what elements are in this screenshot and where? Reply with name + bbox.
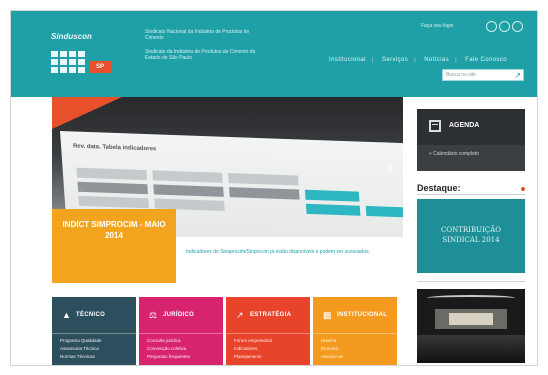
tile-link[interactable]: Perguntas frequentes — [147, 353, 219, 361]
tile-header: ▩ INSTITUCIONAL — [313, 297, 397, 333]
tile-link[interactable]: Normas Técnicas — [60, 353, 132, 361]
table-cell — [78, 195, 149, 209]
banner-text: CONTRIBUIÇÃO SINDICAL 2014 — [441, 226, 501, 244]
agenda-full-link[interactable]: » Calendário completo — [429, 151, 479, 157]
destaque-heading: Destaque: — [417, 183, 461, 193]
tile-link[interactable]: Indicadores — [234, 345, 306, 353]
agenda-title: AGENDA — [449, 122, 480, 129]
main-nav: Institucional | Serviços | Notícias | Fale … — [329, 57, 513, 63]
nav-item-institucional[interactable]: Institucional — [329, 57, 366, 63]
tile-link[interactable]: Convenção coletiva — [147, 345, 219, 353]
auditorium-ceiling — [427, 295, 515, 301]
divider — [139, 333, 223, 334]
table-cell — [77, 181, 148, 195]
nav-separator: | — [371, 57, 374, 63]
tile-link[interactable]: Consulta jurídica — [147, 337, 219, 345]
hero-slider: Rev. data. Tabela indicadores › INDICT S… — [52, 97, 403, 283]
contribuicao-banner[interactable]: CONTRIBUIÇÃO SINDICAL 2014 — [417, 199, 525, 273]
divider — [226, 333, 310, 334]
right-sidebar: AGENDA » Calendário completo Destaque: C… — [410, 97, 532, 365]
tile-link[interactable]: Planejamento — [234, 353, 306, 361]
category-tiles: ▲ TÉCNICO Programa Qualidade Assessoria … — [52, 297, 403, 365]
nav-separator: | — [414, 57, 417, 63]
hero-caption[interactable]: Indicadores do Sinaprocim/Sinprocim já e… — [186, 249, 396, 256]
facebook-icon[interactable] — [486, 21, 497, 32]
logo-badge: SP — [89, 61, 111, 73]
table-cell — [153, 184, 224, 197]
tile-institucional[interactable]: ▩ INSTITUCIONAL História Diretoria Assoc… — [313, 297, 397, 365]
tile-links: Fórum empresarial Indicadores Planejamen… — [234, 337, 306, 361]
divider — [417, 281, 525, 282]
agenda-widget: AGENDA » Calendário completo — [417, 109, 525, 171]
login-link[interactable]: Faça seu login — [421, 23, 454, 29]
tile-header: ⚖ JURÍDICO — [139, 297, 223, 333]
tile-links: Consulta jurídica Convenção coletiva Per… — [147, 337, 219, 361]
nav-item-servicos[interactable]: Serviços — [382, 57, 408, 63]
logo-wordmark: Sinduscon — [51, 32, 92, 41]
auditorium-screen — [449, 313, 493, 325]
divider — [52, 333, 136, 334]
tile-header: ↗ ESTRATÉGIA — [226, 297, 310, 333]
tile-title: ESTRATÉGIA — [250, 312, 292, 318]
search-arrow-icon[interactable]: ↗ — [514, 71, 521, 80]
nav-item-noticias[interactable]: Notícias — [424, 57, 449, 63]
tile-links: Programa Qualidade Assessoria Técnica No… — [60, 337, 132, 361]
hero-corner-accent — [52, 97, 122, 129]
calendar-icon — [429, 120, 441, 132]
nav-separator: | — [455, 57, 458, 63]
search-placeholder: Busca no site — [446, 72, 477, 78]
tile-juridico[interactable]: ⚖ JURÍDICO Consulta jurídica Convenção c… — [139, 297, 223, 365]
logo-grid-icon — [51, 51, 85, 73]
table-cell — [229, 187, 300, 200]
hero-callout-text: INDICT SIMPROCIM - MAIO 2014 — [62, 220, 166, 240]
org-name-national: Sindicato Nacional da Indústria de Produ… — [145, 29, 250, 41]
tile-header: ▲ TÉCNICO — [52, 297, 136, 333]
tile-link[interactable]: História — [321, 337, 393, 345]
tile-title: JURÍDICO — [163, 312, 195, 318]
tile-link[interactable]: Diretoria — [321, 345, 393, 353]
tablet-screen-title: Rev. data. Tabela indicadores — [72, 143, 157, 153]
destaque-dot-icon — [521, 187, 525, 191]
tile-links: História Diretoria Associe-se — [321, 337, 393, 361]
chart-icon: ▲ — [62, 310, 71, 320]
hero-callout[interactable]: INDICT SIMPROCIM - MAIO 2014 — [52, 209, 176, 283]
auditorium-seats — [417, 335, 525, 363]
site-header: Sinduscon SP Sindicato Nacional da Indús… — [11, 11, 537, 97]
trend-icon: ↗ — [236, 310, 244, 320]
auditorium-photo[interactable] — [417, 289, 525, 363]
scales-icon: ⚖ — [149, 310, 158, 320]
agenda-header[interactable]: AGENDA — [417, 109, 525, 145]
search-input[interactable]: Busca no site ↗ — [442, 69, 524, 81]
table-cell — [305, 203, 361, 216]
screenshot-frame: Sinduscon SP Sindicato Nacional da Indús… — [10, 10, 538, 366]
org-name-state: Sindicato da Indústria de Produtos de Ci… — [145, 49, 256, 61]
tile-link[interactable]: Assessoria Técnica — [60, 345, 132, 353]
table-cell — [76, 167, 148, 181]
tile-link[interactable]: Associe-se — [321, 353, 393, 361]
social-links — [486, 19, 526, 33]
youtube-icon[interactable] — [512, 21, 523, 32]
table-cell — [152, 170, 223, 183]
tile-tecnico[interactable]: ▲ TÉCNICO Programa Qualidade Assessoria … — [52, 297, 136, 365]
site-logo[interactable]: Sinduscon SP — [51, 33, 125, 79]
divider — [313, 333, 397, 334]
slider-next-icon[interactable]: › — [388, 159, 393, 177]
tile-link[interactable]: Programa Qualidade — [60, 337, 132, 345]
divider — [417, 194, 525, 195]
tile-title: TÉCNICO — [76, 312, 106, 318]
tile-title: INSTITUCIONAL — [337, 312, 388, 318]
tile-estrategia[interactable]: ↗ ESTRATÉGIA Fórum empresarial Indicador… — [226, 297, 310, 365]
twitter-icon[interactable] — [499, 21, 510, 32]
table-cell — [228, 173, 299, 186]
tile-link[interactable]: Fórum empresarial — [234, 337, 306, 345]
table-cell — [304, 189, 360, 202]
nav-item-fale-conosco[interactable]: Fale Conosco — [465, 57, 507, 63]
building-icon: ▩ — [323, 310, 332, 320]
table-cell — [365, 205, 403, 218]
